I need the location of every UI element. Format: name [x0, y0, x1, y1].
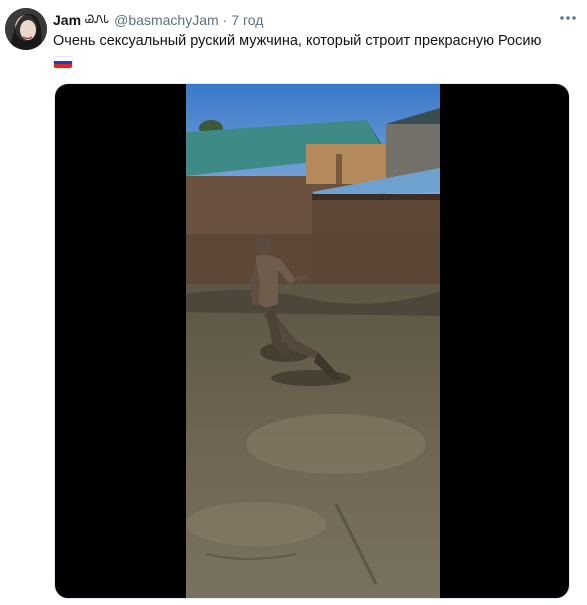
video-frame [186, 84, 440, 598]
name-emoji: ᏊᏁᏓ [85, 13, 110, 26]
more-horizontal-icon[interactable] [557, 8, 579, 28]
tweet-header: Jam ᏊᏁᏓ @basmachyJam · 7 год [53, 10, 577, 30]
timestamp[interactable]: 7 год [231, 12, 263, 28]
avatar[interactable] [5, 8, 47, 50]
handle[interactable]: @basmachyJam [114, 12, 218, 28]
tweet: Jam ᏊᏁᏓ @basmachyJam · 7 год Очень сексу… [0, 0, 587, 605]
separator-dot: · [222, 12, 228, 28]
tweet-text: Очень сексуальный руский мужчина, которы… [53, 33, 542, 49]
display-name[interactable]: Jam [53, 12, 81, 28]
russian-flag-icon [54, 57, 72, 68]
video-player[interactable] [54, 83, 570, 599]
